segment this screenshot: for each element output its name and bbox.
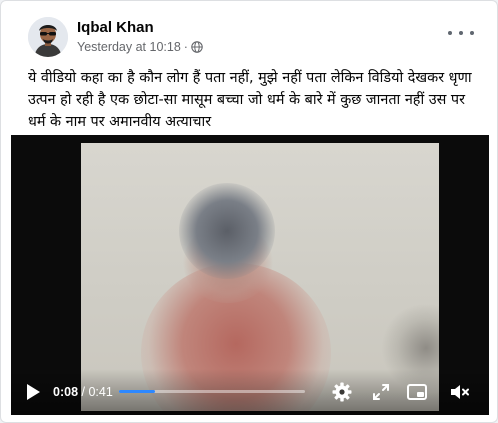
settings-gear-icon[interactable] [331,381,353,403]
post-card: Iqbal Khan Yesterday at 10:18 · ये वीडिय… [0,0,498,423]
meta-separator: · [183,40,188,54]
author-avatar[interactable] [28,17,68,57]
video-progress-fill [119,390,156,393]
post-text: ये वीडियो कहा का है कौन लोग हैं पता नहीं… [28,70,472,130]
video-progress-bar[interactable] [119,390,305,393]
picture-in-picture-icon[interactable] [406,381,428,403]
avatar-portrait [28,17,68,57]
globe-icon [191,41,203,53]
post-timestamp[interactable]: Yesterday at 10:18 [77,40,181,54]
play-icon[interactable] [25,383,41,401]
more-horizontal-icon[interactable] [448,23,474,43]
duration: 0:41 [88,385,113,399]
video-controls: 0:08 / 0:41 [11,369,489,415]
video-time: 0:08 / 0:41 [53,385,113,399]
current-time: 0:08 [53,385,79,399]
fullscreen-icon[interactable] [370,381,392,403]
time-separator: / [78,385,89,399]
volume-muted-icon[interactable] [448,381,470,403]
post-meta: Yesterday at 10:18 · [77,40,203,54]
video-player[interactable]: 0:08 / 0:41 [11,135,489,415]
author-name[interactable]: Iqbal Khan [77,19,154,36]
